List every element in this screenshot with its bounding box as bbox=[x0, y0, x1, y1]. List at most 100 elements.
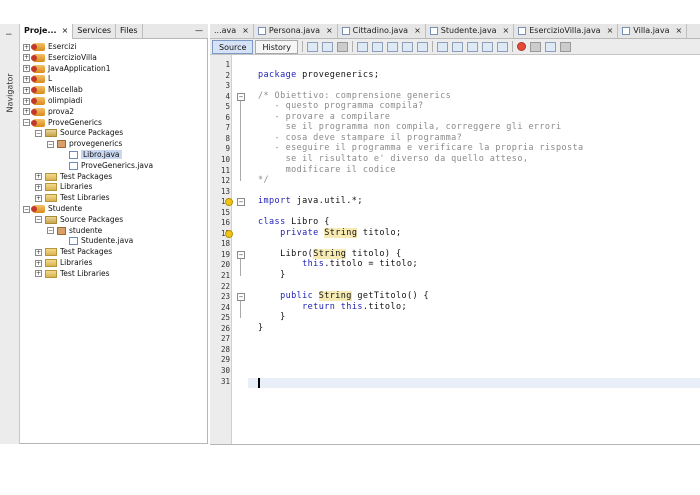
collapse-icon[interactable]: − bbox=[47, 227, 54, 235]
tree-item[interactable]: + L bbox=[23, 73, 52, 84]
tree-item[interactable]: − Source Packages bbox=[35, 127, 123, 138]
close-icon[interactable]: × bbox=[503, 26, 510, 35]
find-previous-icon[interactable] bbox=[371, 41, 383, 52]
expand-icon[interactable]: + bbox=[23, 54, 30, 62]
tab-projects[interactable]: Proje... × bbox=[20, 24, 74, 39]
navigator-label[interactable]: Navigator bbox=[6, 49, 15, 112]
toggle-bookmark-icon[interactable] bbox=[466, 41, 478, 52]
code-line[interactable]: - questo programma compila? bbox=[258, 101, 424, 111]
tree-item[interactable]: + Test Libraries bbox=[35, 192, 110, 203]
source-button[interactable]: Source bbox=[212, 39, 254, 54]
tree-item[interactable]: + Test Packages bbox=[35, 246, 112, 257]
collapse-icon[interactable]: − bbox=[23, 119, 30, 127]
fold-toggle-icon[interactable]: − bbox=[237, 92, 245, 101]
last-edit-icon[interactable] bbox=[336, 41, 348, 52]
code-line[interactable]: } bbox=[258, 270, 286, 280]
editor-tab[interactable]: EsercizioVilla.java × bbox=[514, 24, 619, 38]
close-icon[interactable]: × bbox=[675, 26, 682, 35]
tree-item[interactable]: + Miscellab bbox=[23, 84, 83, 95]
highlight-icon[interactable] bbox=[416, 41, 428, 52]
close-icon[interactable]: × bbox=[607, 26, 614, 35]
tree-item[interactable]: − Studente bbox=[23, 203, 82, 214]
close-icon[interactable]: × bbox=[414, 26, 421, 35]
collapse-icon[interactable]: − bbox=[35, 216, 42, 224]
expand-icon[interactable]: + bbox=[35, 173, 42, 181]
tree-item[interactable]: − studente bbox=[47, 225, 102, 236]
code-line[interactable]: public String getTitolo() { bbox=[258, 291, 429, 302]
tree-item[interactable]: + EsercizioVilla bbox=[23, 52, 97, 63]
code-line[interactable]: - provare a compilare bbox=[258, 112, 390, 122]
find-selection-icon[interactable] bbox=[401, 41, 413, 52]
tree-item[interactable]: Studente.java bbox=[59, 235, 133, 246]
stop-macro-icon[interactable] bbox=[516, 42, 526, 51]
expand-icon[interactable]: + bbox=[23, 86, 30, 94]
code-line[interactable]: se il risultato e' diverso da quello att… bbox=[258, 154, 528, 164]
tree-item[interactable]: − provegenerics bbox=[47, 138, 122, 149]
expand-icon[interactable]: + bbox=[35, 183, 42, 191]
tree-item[interactable]: + Esercizi bbox=[23, 41, 76, 52]
tree-item[interactable]: − Source Packages bbox=[35, 214, 123, 225]
tree-item[interactable]: + Libraries bbox=[35, 257, 92, 268]
uncomment-icon[interactable] bbox=[496, 41, 508, 52]
expand-icon[interactable]: + bbox=[35, 248, 42, 256]
code-line[interactable]: } bbox=[258, 312, 286, 322]
editor-tab[interactable]: ...ava × bbox=[210, 24, 254, 38]
tree-item[interactable]: + Libraries bbox=[35, 181, 92, 192]
forward-icon[interactable] bbox=[321, 41, 333, 52]
fold-toggle-icon[interactable]: − bbox=[237, 250, 245, 259]
fold-toggle-icon[interactable]: − bbox=[237, 293, 245, 302]
expand-icon[interactable]: + bbox=[35, 270, 42, 278]
tab-services[interactable]: Services bbox=[73, 24, 117, 39]
tree-item[interactable]: + prova2 bbox=[23, 106, 74, 117]
code-line[interactable]: package provegenerics; bbox=[258, 70, 379, 80]
tab-files[interactable]: Files bbox=[116, 24, 143, 39]
editor-tab[interactable]: Villa.java × bbox=[618, 24, 688, 38]
code-line[interactable]: class Libro { bbox=[258, 217, 330, 227]
close-icon[interactable]: × bbox=[242, 26, 249, 35]
expand-icon[interactable]: + bbox=[23, 65, 30, 73]
editor-tab[interactable]: Studente.java × bbox=[426, 24, 515, 38]
find-icon[interactable] bbox=[356, 41, 368, 52]
code-line[interactable]: - cosa deve stampare il programma? bbox=[258, 133, 462, 143]
collapse-icon[interactable]: − bbox=[47, 140, 54, 148]
code-line[interactable]: se il programma non compila, correggere … bbox=[258, 122, 561, 132]
code-line[interactable]: - eseguire il programma e verificare la … bbox=[258, 143, 584, 153]
editor-tab[interactable]: Persona.java × bbox=[254, 24, 338, 38]
diff-icon[interactable] bbox=[544, 41, 556, 52]
expand-icon[interactable]: + bbox=[23, 108, 30, 116]
code-line[interactable]: return this.titolo; bbox=[258, 302, 407, 312]
code-line[interactable]: private String titolo; bbox=[258, 227, 401, 238]
editor-tab[interactable]: Cittadino.java × bbox=[338, 24, 426, 38]
expand-icon[interactable]: + bbox=[23, 43, 30, 51]
collapse-icon[interactable]: − bbox=[23, 205, 30, 213]
shift-right-icon[interactable] bbox=[451, 41, 463, 52]
tree-item[interactable]: Libro.java bbox=[59, 149, 122, 160]
code-line[interactable]: modificare il codice bbox=[258, 165, 396, 175]
minimize-icon[interactable]: − bbox=[5, 30, 13, 40]
warning-icon[interactable] bbox=[225, 229, 233, 238]
expand-icon[interactable]: + bbox=[35, 259, 42, 267]
expand-icon[interactable]: + bbox=[35, 194, 42, 202]
code-line[interactable]: } bbox=[258, 323, 264, 333]
minimize-panel-icon[interactable]: — bbox=[190, 24, 208, 38]
record-macro-icon[interactable] bbox=[529, 41, 541, 52]
expand-icon[interactable]: + bbox=[23, 75, 30, 83]
history-button[interactable]: History bbox=[255, 39, 298, 54]
code-line[interactable]: /* Obiettivo: comprensione generics bbox=[258, 91, 451, 101]
find-next-icon[interactable] bbox=[386, 41, 398, 52]
code-line[interactable]: import java.util.*; bbox=[258, 196, 363, 206]
tree-item[interactable]: − ProveGenerics bbox=[23, 117, 102, 128]
back-icon[interactable] bbox=[306, 41, 318, 52]
code-line[interactable]: */ bbox=[258, 175, 269, 185]
comment-icon[interactable] bbox=[481, 41, 493, 52]
navigator-strip[interactable]: − Navigator bbox=[0, 24, 20, 444]
collapse-icon[interactable]: − bbox=[35, 129, 42, 137]
project-tree[interactable]: + Esercizi + EsercizioVilla + JavaApplication… bbox=[20, 39, 208, 444]
shift-left-icon[interactable] bbox=[436, 41, 448, 52]
code-line[interactable]: this.titolo = titolo; bbox=[258, 259, 418, 269]
tree-item[interactable]: + JavaApplication1 bbox=[23, 63, 111, 74]
tree-item[interactable]: + Test Libraries bbox=[35, 268, 110, 279]
close-icon[interactable]: × bbox=[326, 26, 333, 35]
more-icon[interactable] bbox=[559, 41, 571, 52]
expand-icon[interactable]: + bbox=[23, 97, 30, 105]
